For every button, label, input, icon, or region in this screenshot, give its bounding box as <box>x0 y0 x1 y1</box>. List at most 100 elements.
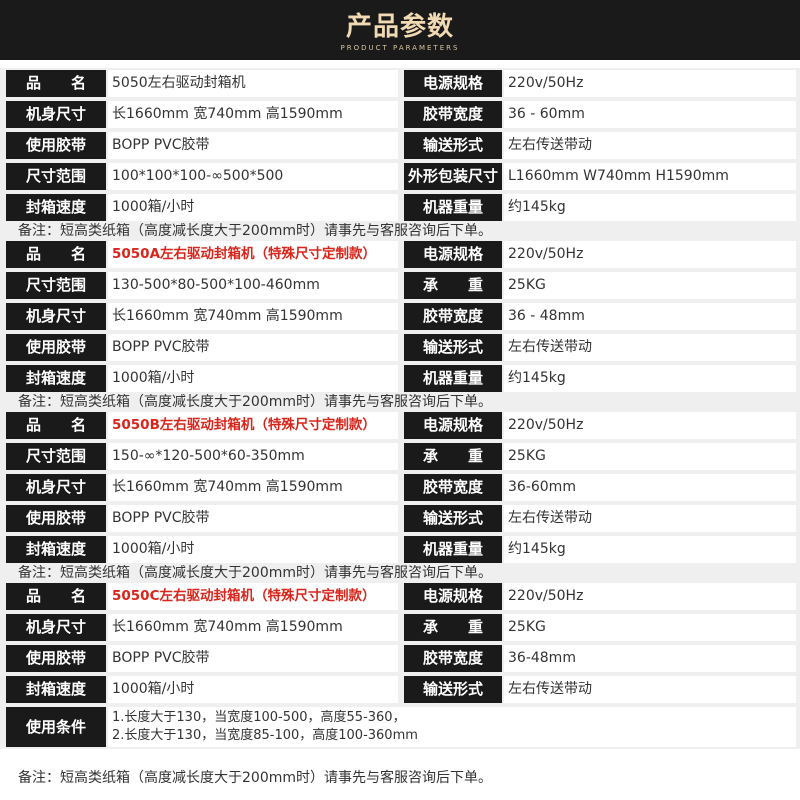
spec-row: 机身尺寸 长1660mm 宽740mm 高1590mm 胶带宽度 36-60mm <box>0 472 800 503</box>
spec-label: 尺寸范围 <box>6 443 106 470</box>
spec-label: 尺寸范围 <box>6 272 106 299</box>
spec-row: 封箱速度 1000箱/小时 机器重量 约145kg <box>0 363 800 394</box>
spec-value: 约145kg <box>504 365 796 392</box>
spec-value: 220v/50Hz <box>504 583 796 610</box>
spec-label: 使用胶带 <box>6 132 106 159</box>
spec-row: 品 名 5050A左右驱动封箱机（特殊尺寸定制款） 电源规格 220v/50Hz <box>0 239 800 270</box>
spec-row: 封箱速度 1000箱/小时 输送形式 左右传送带动 <box>0 674 800 705</box>
condition-value: 1.长度大于130，当宽度100-500，高度55-360， 2.长度大于130，… <box>108 707 796 747</box>
spec-label: 胶带宽度 <box>404 474 502 501</box>
page-title: 产品参数 <box>345 12 454 42</box>
spec-label: 胶带宽度 <box>404 303 502 330</box>
spec-value: 36 - 48mm <box>504 303 796 330</box>
spec-value: 150-∞*120-500*60-350mm <box>108 443 398 470</box>
spec-value: 100*100*100-∞500*500 <box>108 163 398 190</box>
spec-value: 约145kg <box>504 194 796 221</box>
spec-value: 左右传送带动 <box>504 676 796 703</box>
spec-section: 品 名 5050左右驱动封箱机 电源规格 220v/50Hz 机身尺寸 长1660mm 宽… <box>0 68 800 239</box>
spec-row: 使用胶带 BOPP PVC胶带 输送形式 左右传送带动 <box>0 503 800 534</box>
spec-row: 封箱速度 1000箱/小时 机器重量 约145kg <box>0 192 800 223</box>
spec-label: 机身尺寸 <box>6 614 106 641</box>
spec-label: 承 重 <box>404 272 502 299</box>
spec-label: 输送形式 <box>404 505 502 532</box>
spec-value: 左右传送带动 <box>504 132 796 159</box>
spec-value: L1660mm W740mm H1590mm <box>504 163 796 190</box>
spec-label: 机器重量 <box>404 536 502 563</box>
spec-label: 输送形式 <box>404 132 502 159</box>
spec-row: 机身尺寸 长1660mm 宽740mm 高1590mm 胶带宽度 36 - 48mm <box>0 301 800 332</box>
spec-value: 5050A左右驱动封箱机（特殊尺寸定制款） <box>108 241 398 268</box>
spec-label: 胶带宽度 <box>404 101 502 128</box>
spec-value: BOPP PVC胶带 <box>108 334 398 361</box>
spec-value: 220v/50Hz <box>504 412 796 439</box>
spec-value: 左右传送带动 <box>504 505 796 532</box>
spec-label: 电源规格 <box>404 70 502 97</box>
spec-label: 胶带宽度 <box>404 645 502 672</box>
spec-label: 品 名 <box>6 583 106 610</box>
spec-value: 5050C左右驱动封箱机（特殊尺寸定制款） <box>108 583 398 610</box>
spec-value: 220v/50Hz <box>504 241 796 268</box>
condition-label: 使用条件 <box>6 707 106 747</box>
spec-value: BOPP PVC胶带 <box>108 505 398 532</box>
spec-row: 品 名 5050左右驱动封箱机 电源规格 220v/50Hz <box>0 68 800 99</box>
spec-row: 尺寸范围 100*100*100-∞500*500 外形包装尺寸 L1660mm W7… <box>0 161 800 192</box>
spec-label: 承 重 <box>404 614 502 641</box>
spec-value: 36 - 60mm <box>504 101 796 128</box>
spec-label: 电源规格 <box>404 241 502 268</box>
spec-row: 尺寸范围 130-500*80-500*100-460mm 承 重 25KG <box>0 270 800 301</box>
spec-value: 130-500*80-500*100-460mm <box>108 272 398 299</box>
spec-label: 机身尺寸 <box>6 303 106 330</box>
condition-line: 1.长度大于130，当宽度100-500，高度55-360， <box>112 710 406 725</box>
spec-row: 品 名 5050C左右驱动封箱机（特殊尺寸定制款） 电源规格 220v/50Hz <box>0 581 800 612</box>
page-header: 产品参数 PRODUCT PARAMETERS <box>0 0 800 60</box>
condition-line: 2.长度大于130，当宽度85-100，高度100-360mm <box>112 728 418 743</box>
spec-label: 机身尺寸 <box>6 101 106 128</box>
spec-value: 220v/50Hz <box>504 70 796 97</box>
spec-row: 封箱速度 1000箱/小时 机器重量 约145kg <box>0 534 800 565</box>
spec-value: 长1660mm 宽740mm 高1590mm <box>108 614 398 641</box>
spec-label: 使用胶带 <box>6 645 106 672</box>
spec-label: 承 重 <box>404 443 502 470</box>
spec-label: 机器重量 <box>404 365 502 392</box>
spec-value: BOPP PVC胶带 <box>108 645 398 672</box>
spec-label: 封箱速度 <box>6 365 106 392</box>
spec-row: 机身尺寸 长1660mm 宽740mm 高1590mm 胶带宽度 36 - 60mm <box>0 99 800 130</box>
spec-value: 36-60mm <box>504 474 796 501</box>
spec-row: 品 名 5050B左右驱动封箱机（特殊尺寸定制款） 电源规格 220v/50Hz <box>0 410 800 441</box>
spec-value: 25KG <box>504 614 796 641</box>
spec-value: 5050左右驱动封箱机 <box>108 70 398 97</box>
spec-value: 长1660mm 宽740mm 高1590mm <box>108 101 398 128</box>
spec-label: 品 名 <box>6 241 106 268</box>
spec-label: 封箱速度 <box>6 194 106 221</box>
spec-section: 品 名 5050B左右驱动封箱机（特殊尺寸定制款） 电源规格 220v/50Hz 尺寸范… <box>0 410 800 581</box>
spec-value: 1000箱/小时 <box>108 536 398 563</box>
spec-section: 品 名 5050A左右驱动封箱机（特殊尺寸定制款） 电源规格 220v/50Hz 尺寸范… <box>0 239 800 410</box>
spec-label: 输送形式 <box>404 676 502 703</box>
spec-value: 1000箱/小时 <box>108 365 398 392</box>
spec-value: 长1660mm 宽740mm 高1590mm <box>108 474 398 501</box>
spec-row: 尺寸范围 150-∞*120-500*60-350mm 承 重 25KG <box>0 441 800 472</box>
spec-label: 输送形式 <box>404 334 502 361</box>
spec-row: 使用胶带 BOPP PVC胶带 胶带宽度 36-48mm <box>0 643 800 674</box>
spec-label: 品 名 <box>6 70 106 97</box>
spec-row: 使用胶带 BOPP PVC胶带 输送形式 左右传送带动 <box>0 332 800 363</box>
spec-label: 外形包装尺寸 <box>404 163 502 190</box>
spec-label: 电源规格 <box>404 583 502 610</box>
spec-label: 使用胶带 <box>6 505 106 532</box>
spec-value: 25KG <box>504 272 796 299</box>
spec-label: 封箱速度 <box>6 676 106 703</box>
spec-value: 1000箱/小时 <box>108 676 398 703</box>
spec-tables: 品 名 5050左右驱动封箱机 电源规格 220v/50Hz 机身尺寸 长1660mm 宽… <box>0 68 800 749</box>
spec-label: 电源规格 <box>404 412 502 439</box>
spec-label: 品 名 <box>6 412 106 439</box>
spec-value: BOPP PVC胶带 <box>108 132 398 159</box>
spec-label: 机身尺寸 <box>6 474 106 501</box>
note-text: 备注：短高类纸箱（高度减长度大于200mm时）请事先与客服咨询后下单。 <box>0 565 800 581</box>
note-text: 备注：短高类纸箱（高度减长度大于200mm时）请事先与客服咨询后下单。 <box>0 223 800 239</box>
final-note: 备注：短高类纸箱（高度减长度大于200mm时）请事先与客服咨询后下单。 <box>0 766 800 790</box>
condition-row: 使用条件 1.长度大于130，当宽度100-500，高度55-360， 2.长度大于… <box>0 705 800 749</box>
spec-row: 使用胶带 BOPP PVC胶带 输送形式 左右传送带动 <box>0 130 800 161</box>
spec-value: 5050B左右驱动封箱机（特殊尺寸定制款） <box>108 412 398 439</box>
spec-label: 机器重量 <box>404 194 502 221</box>
spec-value: 约145kg <box>504 536 796 563</box>
